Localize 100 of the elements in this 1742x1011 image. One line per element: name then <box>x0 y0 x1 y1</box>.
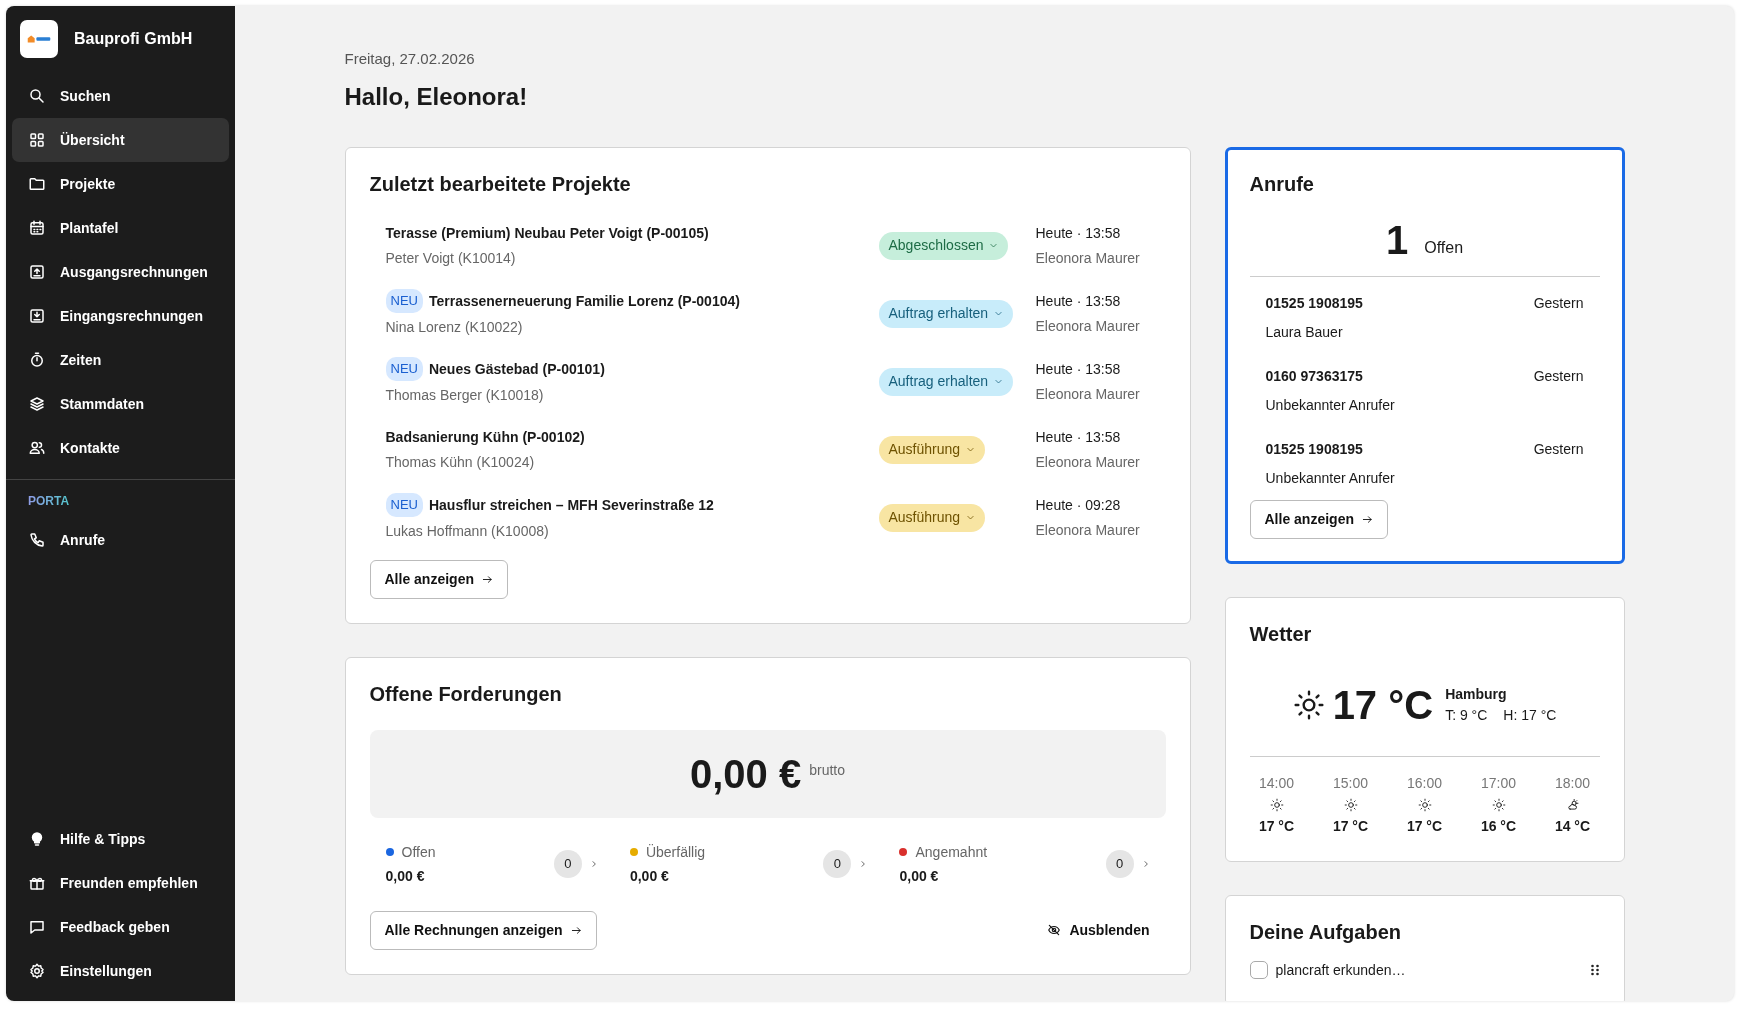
folder-icon <box>28 175 46 193</box>
search-icon <box>28 87 46 105</box>
hour-label: 15:00 <box>1331 773 1369 793</box>
arrow-icon <box>570 924 582 936</box>
layers-icon <box>28 395 46 413</box>
hour-temperature: 17 °C <box>1405 816 1444 836</box>
current-temperature: 17 °C <box>1332 684 1434 725</box>
status-dropdown[interactable]: Ausführung <box>878 435 986 464</box>
chevron-icon <box>589 860 598 868</box>
task-checkbox[interactable] <box>1249 961 1268 979</box>
new-tag: NEU <box>385 357 423 381</box>
status-dropdown[interactable]: Auftrag erhalten <box>878 299 1014 328</box>
call-time: Gestern <box>1533 293 1584 313</box>
status-dropdown[interactable]: Abgeschlossen <box>878 231 1009 260</box>
caller-name: Unbekannter Anrufer <box>1265 395 1396 415</box>
caret-icon <box>966 445 976 454</box>
sidebar-item[interactable]: Freunden empfehlen <box>12 861 229 905</box>
hour-temperature: 17 °C <box>1257 816 1296 836</box>
hour-label: 17:00 <box>1479 773 1517 793</box>
chat-icon <box>28 918 46 936</box>
card-title: Zuletzt bearbeitete Projekte <box>369 171 632 196</box>
all-invoices-button[interactable]: Alle Rechnungen anzeigen <box>369 910 597 950</box>
hour-label: 18:00 <box>1553 773 1591 793</box>
hour-temperature: 17 °C <box>1331 816 1370 836</box>
status-label: Offen <box>401 842 436 862</box>
sidebar-item[interactable]: Suchen <box>12 74 229 118</box>
status-label: Angemahnt <box>915 842 988 862</box>
phone-number: 01525 1908195 <box>1265 293 1363 313</box>
sidebar-item[interactable]: Übersicht <box>12 118 229 162</box>
chevron-icon <box>859 860 868 868</box>
sidebar-item[interactable]: Plantafel <box>12 206 229 250</box>
low-temperature: T: 9 °C <box>1445 705 1488 725</box>
status-dropdown[interactable]: Auftrag erhalten <box>878 367 1014 396</box>
sidebar-item[interactable]: Zeiten <box>12 338 229 382</box>
caller-name: Laura Bauer <box>1265 322 1344 342</box>
phone-icon <box>28 531 46 549</box>
invoice-icon <box>28 263 46 281</box>
count-badge: 0 <box>1105 850 1134 878</box>
chevron-icon <box>1141 860 1150 868</box>
hour-label: 14:00 <box>1257 773 1295 793</box>
calendar-icon <box>28 219 46 237</box>
caret-icon <box>966 513 976 522</box>
phone-number: 0160 97363175 <box>1265 366 1363 386</box>
project-name: Terasse (Premium) Neubau Peter Voigt (P-00105) <box>385 223 709 243</box>
sidebar-item[interactable]: Feedback geben <box>12 905 229 949</box>
invoice-icon <box>28 307 46 325</box>
show-all-button[interactable]: Alle anzeigen <box>1249 499 1388 539</box>
company-name: Bauprofi GmbH <box>74 29 193 49</box>
count-badge: 0 <box>553 850 582 878</box>
hide-link[interactable]: Ausblenden <box>1047 919 1150 941</box>
grid-icon <box>28 131 46 149</box>
caret-icon <box>994 377 1004 386</box>
call-time: Gestern <box>1533 439 1584 459</box>
caret-icon <box>989 241 999 250</box>
call-time: Gestern <box>1533 366 1584 386</box>
gear-icon <box>28 962 46 980</box>
eye-off-icon <box>1047 923 1062 937</box>
customer-name: Lukas Hoffmann (K10008) <box>385 521 550 541</box>
edited-time: Heute · 09:28 <box>1035 495 1122 515</box>
card-title: Anrufe <box>1249 171 1315 196</box>
total-amount: 0,00 € <box>690 750 802 798</box>
sidebar-item[interactable]: Hilfe & Tipps <box>12 817 229 861</box>
sidebar-item[interactable]: Anrufe <box>12 518 229 562</box>
customer-name: Nina Lorenz (K10022) <box>385 317 524 337</box>
caret-icon <box>994 309 1004 318</box>
city-name: Hamburg <box>1445 684 1508 704</box>
task-label: plancraft erkunden… <box>1275 960 1407 980</box>
sidebar-item[interactable]: Einstellungen <box>12 949 229 993</box>
status-dropdown[interactable]: Ausführung <box>878 503 986 532</box>
count-badge: 0 <box>823 850 852 878</box>
date-text: Freitag, 27.02.2026 <box>344 49 476 69</box>
sidebar-item[interactable]: Eingangsrechnungen <box>12 294 229 338</box>
editor-name: Eleonora Maurer <box>1035 316 1141 336</box>
edited-time: Heute · 13:58 <box>1035 427 1122 447</box>
editor-name: Eleonora Maurer <box>1035 520 1141 540</box>
status-label: Überfällig <box>645 842 706 862</box>
stopwatch-icon <box>28 351 46 369</box>
people-icon <box>28 439 46 457</box>
gross-label: brutto <box>809 761 845 780</box>
edited-time: Heute · 13:58 <box>1035 291 1122 311</box>
amount-text: 0,00 € <box>385 866 426 886</box>
open-label: Offen <box>1424 237 1464 258</box>
new-tag: NEU <box>385 493 423 517</box>
sidebar-item[interactable]: Kontakte <box>12 426 229 470</box>
customer-name: Peter Voigt (K10014) <box>385 248 517 268</box>
high-temperature: H: 17 °C <box>1503 705 1557 725</box>
show-all-button[interactable]: Alle anzeigen <box>369 559 508 599</box>
sidebar-item[interactable]: Stammdaten <box>12 382 229 426</box>
card-title: Deine Aufgaben <box>1249 919 1402 944</box>
logo <box>20 20 58 58</box>
drag-handle-icon[interactable] <box>1589 964 1600 976</box>
arrow-icon <box>1361 513 1373 525</box>
project-name: Terrassenerneuerung Familie Lorenz (P-00104) <box>428 291 740 311</box>
new-tag: NEU <box>385 289 423 313</box>
project-name: Hausflur streichen – MFH Severinstraße 12 <box>428 495 714 515</box>
arrow-icon <box>481 573 493 585</box>
sidebar-item[interactable]: Ausgangsrechnungen <box>12 250 229 294</box>
customer-name: Thomas Kühn (K10024) <box>385 452 536 472</box>
sidebar-item[interactable]: Projekte <box>12 162 229 206</box>
edited-time: Heute · 13:58 <box>1035 223 1122 243</box>
